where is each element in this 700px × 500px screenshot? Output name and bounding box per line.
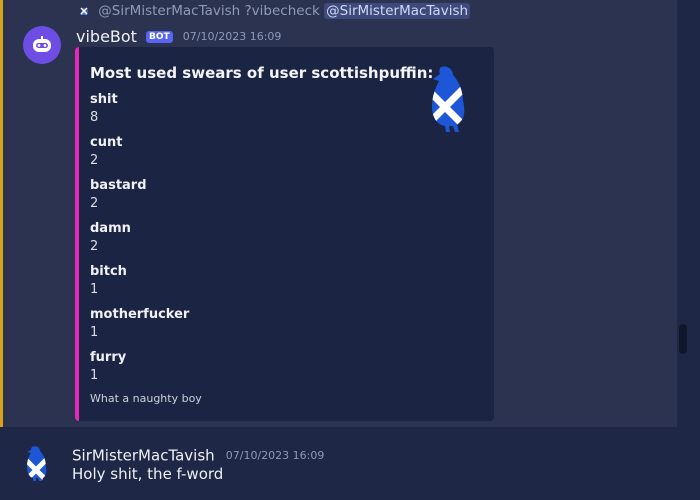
field-value: 1 — [90, 325, 99, 340]
embed-title: Most used swears of user scottishpuffin: — [90, 64, 434, 82]
user-timestamp: 07/10/2023 16:09 — [225, 449, 325, 462]
reply-command: ?vibecheck — [244, 3, 320, 19]
scrollbar-thumb[interactable] — [679, 324, 687, 354]
reply-reference[interactable]: @SirMisterMacTavish ?vibecheck @SirMiste… — [78, 3, 471, 21]
user-author-name[interactable]: SirMisterMacTavish — [72, 447, 215, 465]
user-header: SirMisterMacTavish 07/10/2023 16:09 — [72, 445, 324, 465]
embed-field: cunt 2 — [90, 134, 189, 177]
field-name: damn — [90, 221, 131, 236]
field-name: bitch — [90, 264, 127, 279]
scottish-flag-puffin-icon[interactable] — [20, 444, 58, 482]
field-value: 1 — [90, 282, 99, 297]
embed-field: damn 2 — [90, 220, 189, 263]
embed-field: motherfucker 1 — [90, 306, 189, 349]
embed-field: furry 1 — [90, 349, 189, 392]
user-message-text: Holy shit, the f-word — [72, 465, 224, 483]
bot-avatar[interactable] — [23, 26, 61, 64]
bot-author-name[interactable]: vibeBot — [76, 27, 137, 46]
bot-badge: BOT — [146, 30, 173, 43]
reply-avatar-icon — [78, 5, 92, 21]
bot-header: vibeBot BOT 07/10/2023 16:09 — [76, 26, 281, 46]
embed-field: bastard 2 — [90, 177, 189, 220]
field-value: 2 — [90, 196, 99, 211]
embed-field: bitch 1 — [90, 263, 189, 306]
field-value: 2 — [90, 153, 99, 168]
embed-card: Most used swears of user scottishpuffin:… — [75, 47, 494, 421]
field-name: bastard — [90, 178, 147, 193]
field-name: cunt — [90, 135, 123, 150]
field-name: shit — [90, 92, 118, 107]
field-value: 8 — [90, 110, 99, 125]
user-message: SirMisterMacTavish 07/10/2023 16:09 Holy… — [0, 427, 700, 500]
scottish-flag-puffin-icon[interactable] — [419, 65, 469, 133]
discord-robot-icon — [33, 36, 51, 52]
field-value: 1 — [90, 368, 99, 383]
field-value: 2 — [90, 239, 99, 254]
field-name: motherfucker — [90, 307, 190, 322]
field-name: furry — [90, 350, 127, 365]
embed-field: shit 8 — [90, 91, 189, 134]
reply-author[interactable]: @SirMisterMacTavish — [98, 3, 240, 19]
embed-fields: shit 8 cunt 2 bastard 2 damn 2 bitch 1 m… — [90, 91, 189, 392]
bot-timestamp: 07/10/2023 16:09 — [182, 30, 282, 43]
embed-footer: What a naughty boy — [90, 392, 202, 405]
reply-mention[interactable]: @SirMisterMacTavish — [324, 3, 471, 19]
bot-message: @SirMisterMacTavish ?vibecheck @SirMiste… — [0, 0, 677, 427]
